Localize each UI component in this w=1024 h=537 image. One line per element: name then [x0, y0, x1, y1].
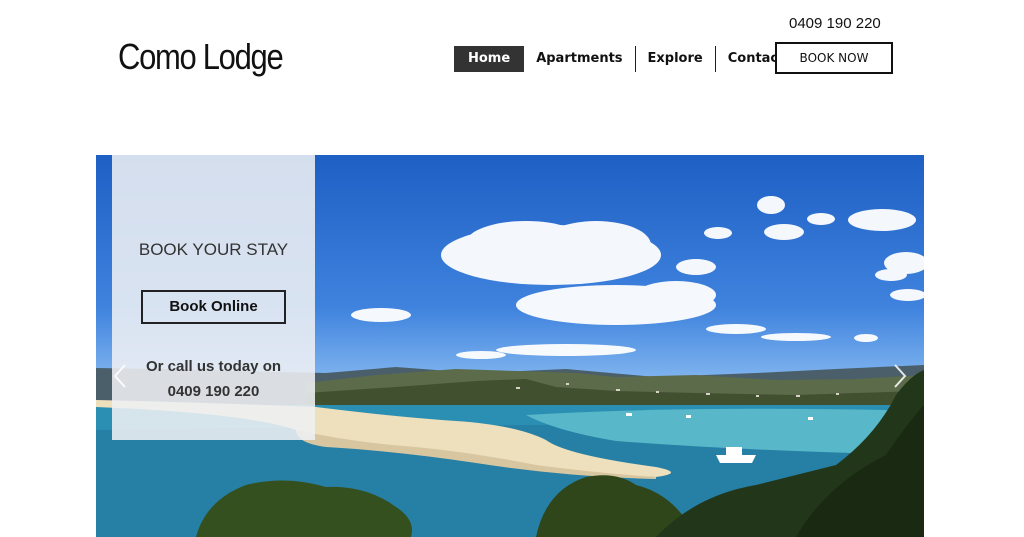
main-nav: Home Apartments Explore Contact: [454, 46, 796, 72]
site-logo[interactable]: Como Lodge: [118, 36, 284, 78]
call-us-phone[interactable]: 0409 190 220: [112, 379, 315, 404]
call-us-line: Or call us today on: [145, 358, 282, 375]
book-online-button[interactable]: Book Online: [141, 290, 286, 324]
nav-item-apartments[interactable]: Apartments: [524, 46, 634, 72]
header-phone: 0409 190 220: [789, 15, 881, 32]
chevron-right-icon[interactable]: [893, 363, 907, 389]
book-your-stay-heading: BOOK YOUR STAY: [138, 240, 289, 259]
book-your-stay-panel: BOOK YOUR STAY Book Online Or call us to…: [112, 155, 315, 440]
chevron-left-icon[interactable]: [113, 363, 127, 389]
nav-item-home[interactable]: Home: [454, 46, 525, 72]
nav-item-explore[interactable]: Explore: [634, 46, 715, 72]
page: Como Lodge 0409 190 220 Home Apartments …: [0, 0, 1024, 537]
call-us-text: Or call us today on 0409 190 220: [112, 354, 315, 404]
book-now-button[interactable]: BOOK NOW: [775, 42, 893, 74]
